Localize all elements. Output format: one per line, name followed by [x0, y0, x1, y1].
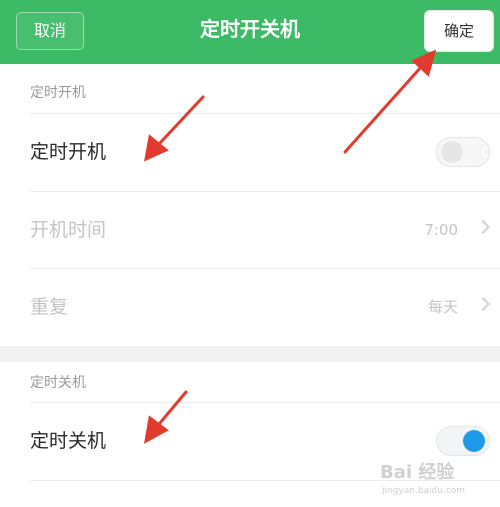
power-on-toggle-row[interactable]: 定时开机	[0, 114, 500, 191]
watermark-logo-text: Bai 经验	[380, 462, 455, 483]
toggle-knob	[463, 430, 485, 452]
power-on-toggle-switch[interactable]	[436, 137, 490, 167]
confirm-button[interactable]: 确定	[425, 11, 493, 51]
watermark-url: jingyan.baidu.com	[382, 486, 466, 496]
power-on-toggle-label: 定时开机	[30, 141, 107, 163]
power-on-time-row[interactable]: 开机时间 7:00	[0, 192, 500, 269]
power-off-toggle-switch[interactable]	[436, 426, 490, 456]
toggle-knob	[441, 141, 463, 163]
header-bar: 定时开关机 取消 确定	[0, 0, 500, 64]
chevron-right-icon	[475, 296, 491, 312]
chevron-right-icon	[475, 219, 491, 235]
power-off-toggle-label: 定时关机	[30, 430, 107, 452]
repeat-label: 重复	[30, 296, 69, 318]
cancel-button[interactable]: 取消	[16, 12, 84, 50]
section-label-power-on: 定时开机	[30, 85, 86, 101]
power-on-time-label: 开机时间	[30, 219, 107, 241]
baidu-watermark: Bai 经验 jingyan.baidu.com	[380, 458, 496, 502]
repeat-value: 每天	[427, 298, 458, 316]
section-label-power-off: 定时关机	[30, 375, 86, 391]
section-separator	[0, 346, 500, 362]
repeat-row[interactable]: 重复 每天	[0, 269, 500, 346]
power-on-time-value: 7:00	[424, 221, 458, 239]
